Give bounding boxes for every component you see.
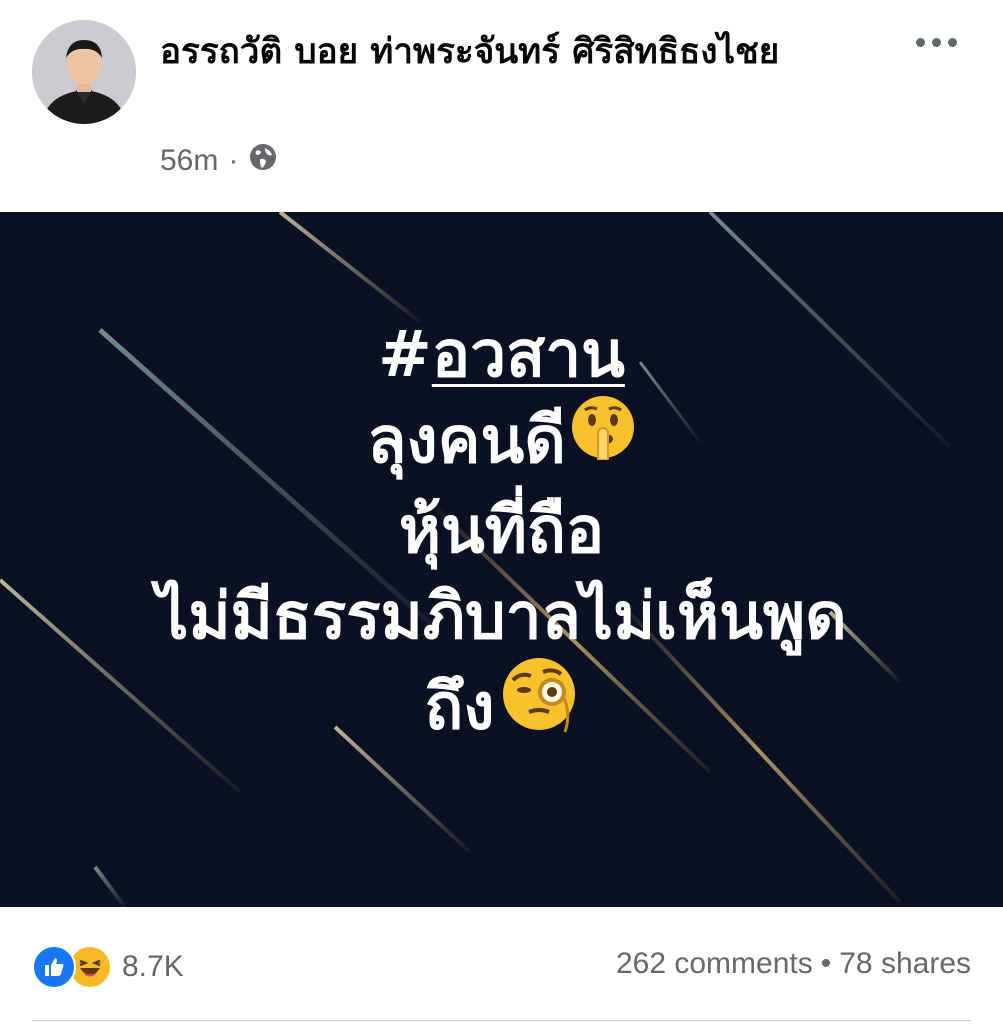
reactions-summary[interactable]: 8.7K (32, 945, 184, 989)
more-options-icon[interactable] (906, 22, 966, 62)
author-avatar[interactable] (32, 20, 136, 124)
engagement-stats: 262 comments • 78 shares (616, 947, 971, 981)
post-meta: 56m · (160, 140, 278, 182)
reaction-count: 8.7K (122, 950, 184, 983)
author-name[interactable]: อรรถวัติ บอย ท่าพระจันทร์ ศิริสิทธิธงไชย (160, 24, 860, 80)
caption-line-4: ไม่มีธรรมภิบาลไม่เห็นพูด (156, 580, 847, 655)
globe-icon (248, 142, 278, 180)
post-footer: 8.7K 262 comments • 78 shares (0, 907, 1003, 1024)
caption-line-2-text: ลุงคนดี (367, 404, 566, 478)
caption-line-5-text: ถึง (424, 671, 495, 745)
caption-line-2: ลุงคนดี (0, 396, 1003, 488)
comments-link[interactable]: 262 comments (616, 947, 813, 981)
post-header: อรรถวัติ บอย ท่าพระจันทร์ ศิริสิทธิธงไชย… (0, 0, 1003, 212)
shares-link[interactable]: 78 shares (839, 947, 971, 981)
post-timestamp[interactable]: 56m (160, 144, 218, 178)
post-image[interactable]: #อวสาน ลุงคนดี หุ้นที่ถือ ไม่มีธรรมภิบาล… (0, 212, 1003, 907)
hash-symbol: # (378, 318, 432, 392)
caption-line-3: หุ้นที่ถือ (398, 494, 605, 569)
shushing-face-emoji (570, 394, 636, 482)
caption-line-5: ถึง (0, 658, 1003, 762)
meta-separator: · (228, 144, 239, 177)
image-caption: #อวสาน ลุงคนดี หุ้นที่ถือ ไม่มีธรรมภิบาล… (0, 312, 1003, 762)
footer-divider (32, 1020, 971, 1021)
hashtag-word: อวสาน (431, 318, 625, 392)
face-with-monocle-emoji (499, 654, 579, 756)
stats-bullet: • (820, 947, 832, 980)
hashtag-line: #อวสาน (0, 312, 1003, 398)
like-icon (32, 945, 76, 989)
